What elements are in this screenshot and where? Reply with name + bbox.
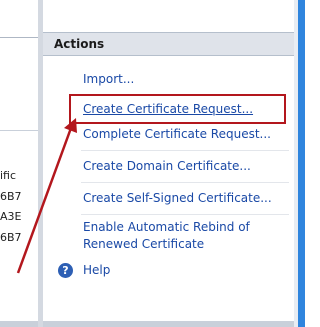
left-panel-header-border xyxy=(0,130,38,131)
separator xyxy=(81,214,289,215)
separator xyxy=(81,150,289,151)
table-cell[interactable]: 6B7 xyxy=(0,188,38,206)
table-cell[interactable]: 6B7 xyxy=(0,229,38,247)
enable-automatic-rebind-action-line2[interactable]: Renewed Certificate xyxy=(83,236,204,252)
actions-pane: Actions Import... Create Certificate Req… xyxy=(43,0,294,327)
actions-header: Actions xyxy=(43,32,294,56)
separator xyxy=(81,182,289,183)
actions-pane-scrollbar[interactable] xyxy=(43,321,294,327)
table-cell[interactable]: ific xyxy=(0,167,38,185)
create-domain-certificate-action[interactable]: Create Domain Certificate... xyxy=(83,158,251,174)
create-self-signed-certificate-action[interactable]: Create Self-Signed Certificate... xyxy=(83,190,272,206)
help-action[interactable]: Help xyxy=(83,262,110,278)
actions-pane-top xyxy=(43,0,294,32)
table-cell[interactable]: A3E xyxy=(0,208,38,226)
window-edge xyxy=(298,0,305,327)
complete-certificate-request-action[interactable]: Complete Certificate Request... xyxy=(83,126,271,142)
left-panel-scrollbar[interactable] xyxy=(0,321,38,327)
enable-automatic-rebind-action[interactable]: Enable Automatic Rebind of xyxy=(83,219,250,235)
left-panel-border xyxy=(0,37,38,38)
help-icon[interactable]: ? xyxy=(58,263,73,278)
left-panel: ific 6B7 A3E 6B7 xyxy=(0,0,38,327)
highlight-box xyxy=(69,94,286,124)
import-action[interactable]: Import... xyxy=(83,71,134,87)
